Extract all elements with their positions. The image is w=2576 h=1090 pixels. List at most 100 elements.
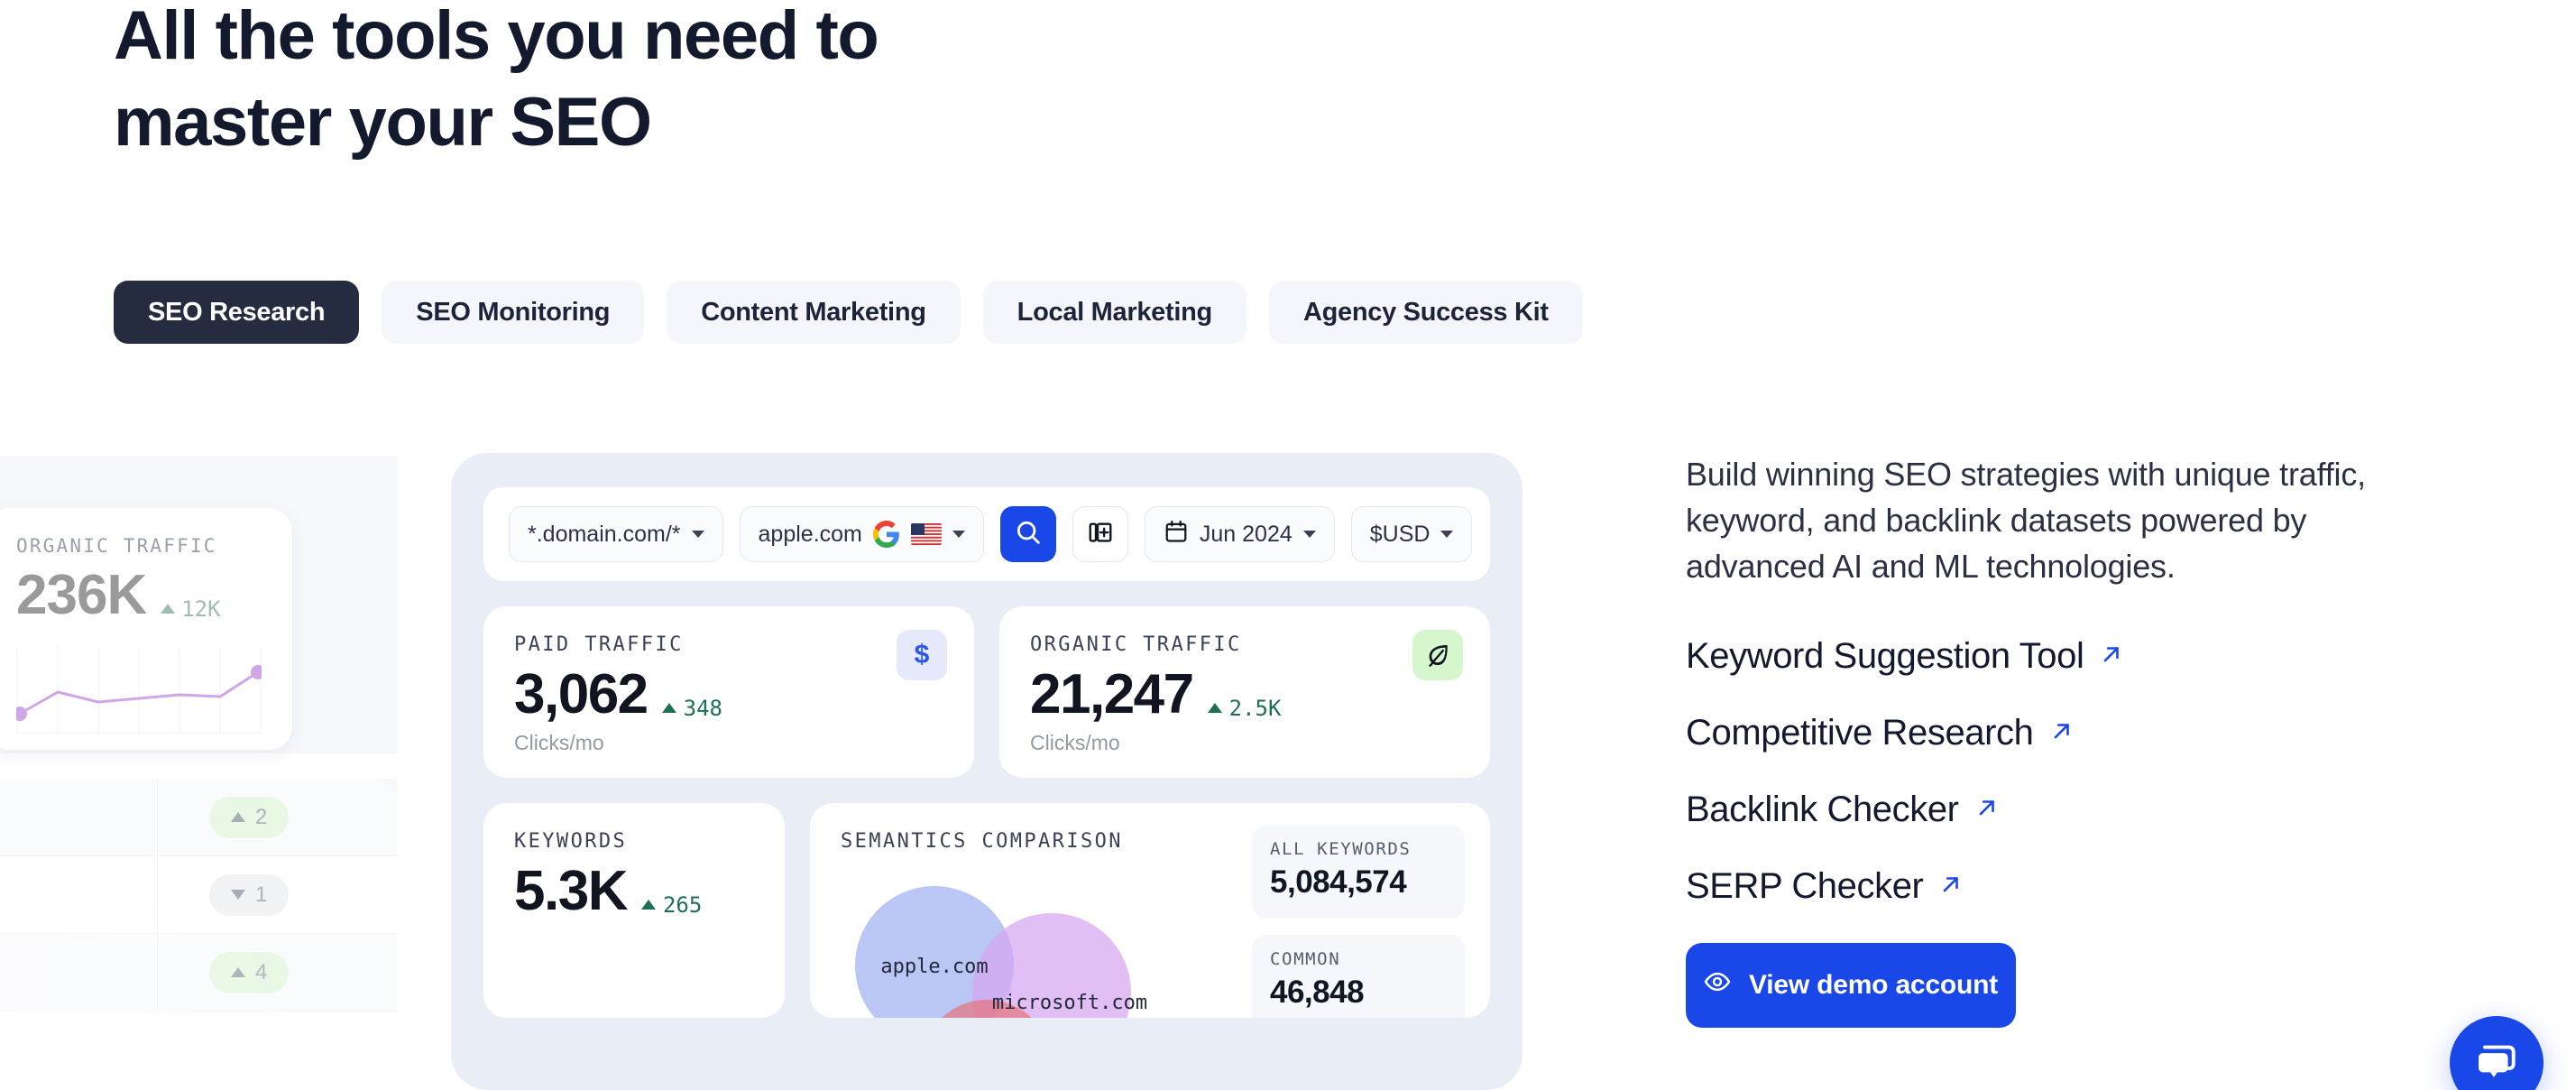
organic-traffic-preview-card: ORGANIC TRAFFIC 236K 12K xyxy=(0,508,292,750)
cell-divider xyxy=(157,934,158,1011)
headline-line-2: master your SEO xyxy=(114,84,652,161)
tab-agency-success-kit[interactable]: Agency Success Kit xyxy=(1268,281,1583,344)
status-badge-value: 1 xyxy=(255,882,268,907)
table-row: m 1 xyxy=(0,856,397,934)
cell-divider xyxy=(157,856,158,933)
search-button[interactable] xyxy=(999,506,1056,562)
link-label: Competitive Research xyxy=(1686,713,2034,753)
venn-label-apple: apple.com xyxy=(880,956,988,978)
paid-traffic-label: PAID TRAFFIC xyxy=(514,633,684,656)
keywords-value: 5.3K xyxy=(514,860,628,922)
google-icon xyxy=(872,521,900,548)
paid-traffic-card: PAID TRAFFIC $ 3,062 348 Clicks/mo xyxy=(483,606,974,778)
chevron-down-icon xyxy=(1302,531,1316,538)
paid-traffic-delta: 348 xyxy=(661,695,723,721)
dollar-icon: $ xyxy=(897,630,947,680)
view-demo-account-button[interactable]: View demo account xyxy=(1686,943,2016,1028)
triangle-up-icon xyxy=(231,812,245,822)
status-badge-value: 4 xyxy=(255,959,268,984)
status-badge-value: 2 xyxy=(255,804,268,829)
external-link-arrow-icon xyxy=(1939,873,1963,901)
semantics-stats-column: ALL KEYWORDS 5,084,574 COMMON 46,848 xyxy=(1252,825,1465,1018)
organic-traffic-sublabel: Clicks/mo xyxy=(1030,731,1120,755)
organic-traffic-sparkline xyxy=(13,647,265,738)
serp-preview-table: 2 m 1 om/ 4 xyxy=(0,779,397,1090)
link-label: SERP Checker xyxy=(1686,866,1924,906)
link-label: Keyword Suggestion Tool xyxy=(1686,636,2084,676)
organic-traffic-label: ORGANIC TRAFFIC xyxy=(1030,633,1242,656)
triangle-up-icon xyxy=(161,604,176,614)
tool-links-list: Keyword Suggestion Tool Competitive Rese… xyxy=(1686,636,2452,907)
external-link-arrow-icon xyxy=(2100,642,2123,670)
category-tabs: SEO Research SEO Monitoring Content Mark… xyxy=(114,281,1583,344)
domain-scope-value: *.domain.com/* xyxy=(528,521,681,547)
link-backlink-checker[interactable]: Backlink Checker xyxy=(1686,790,2452,830)
keywords-delta-value: 265 xyxy=(662,891,703,918)
domain-scope-select[interactable]: *.domain.com/* xyxy=(509,506,723,562)
venn-label-microsoft: microsoft.com xyxy=(992,992,1147,1014)
landing-page: All the tools you need to master your SE… xyxy=(0,0,2576,1090)
tab-seo-monitoring[interactable]: SEO Monitoring xyxy=(382,281,645,344)
chat-bubble-icon xyxy=(2473,1038,2520,1089)
search-icon xyxy=(1014,518,1043,551)
date-select[interactable]: Jun 2024 xyxy=(1144,506,1335,562)
tab-seo-research[interactable]: SEO Research xyxy=(114,281,360,344)
table-row: 2 xyxy=(0,779,397,856)
chevron-down-icon xyxy=(691,531,704,538)
common-keywords-label: COMMON xyxy=(1270,949,1341,969)
triangle-down-icon xyxy=(231,890,245,900)
table-row: om/ 4 xyxy=(0,934,397,1011)
status-badge: 2 xyxy=(209,796,290,838)
organic-traffic-value: 21,247 xyxy=(1030,663,1194,725)
keywords-delta: 265 xyxy=(640,891,703,918)
link-competitive-research[interactable]: Competitive Research xyxy=(1686,713,2452,753)
add-compare-icon xyxy=(1087,519,1114,550)
date-value: Jun 2024 xyxy=(1199,521,1293,547)
paid-traffic-delta-value: 348 xyxy=(683,695,723,721)
view-demo-account-label: View demo account xyxy=(1748,970,1999,1000)
organic-traffic-preview-delta: 12K xyxy=(161,596,221,622)
dashboard-search-bar: *.domain.com/* apple.com Jun 2024 $USD xyxy=(483,487,1490,581)
paid-traffic-value: 3,062 xyxy=(514,663,649,725)
dollar-glyph: $ xyxy=(914,640,930,670)
headline-line-1: All the tools you need to xyxy=(114,0,879,74)
metric-cards-row: PAID TRAFFIC $ 3,062 348 Clicks/mo ORGAN… xyxy=(483,606,1490,778)
link-keyword-suggestion-tool[interactable]: Keyword Suggestion Tool xyxy=(1686,636,2452,677)
organic-traffic-delta-value: 2.5K xyxy=(1228,695,1282,721)
tab-content-marketing[interactable]: Content Marketing xyxy=(667,281,961,344)
add-compare-button[interactable] xyxy=(1072,506,1128,562)
currency-value: $USD xyxy=(1369,521,1431,547)
currency-select[interactable]: $USD xyxy=(1350,506,1473,562)
all-keywords-label: ALL KEYWORDS xyxy=(1270,839,1412,859)
organic-traffic-card: ORGANIC TRAFFIC 21,247 2.5K Clicks/mo xyxy=(999,606,1490,778)
triangle-up-icon xyxy=(640,900,656,910)
paid-traffic-sublabel: Clicks/mo xyxy=(514,731,604,755)
dashboard-preview: *.domain.com/* apple.com Jun 2024 $USD P… xyxy=(451,453,1523,1090)
semantics-comparison-card: SEMANTICS COMPARISON apple.com microsoft… xyxy=(810,803,1490,1018)
venn-diagram: apple.com microsoft.com xyxy=(828,873,1216,1018)
organic-traffic-delta: 2.5K xyxy=(1207,695,1282,721)
triangle-up-icon xyxy=(231,967,245,977)
us-flag-icon xyxy=(910,523,942,545)
chevron-down-icon xyxy=(1440,531,1454,538)
chat-widget-button[interactable] xyxy=(2450,1016,2544,1090)
domain-value: apple.com xyxy=(758,521,862,547)
link-serp-checker[interactable]: SERP Checker xyxy=(1686,866,2452,907)
calendar-icon xyxy=(1164,519,1189,550)
triangle-up-icon xyxy=(661,703,676,713)
keywords-label: KEYWORDS xyxy=(514,830,628,853)
chevron-down-icon xyxy=(952,531,965,538)
domain-input[interactable]: apple.com xyxy=(739,506,984,562)
organic-traffic-preview-label: ORGANIC TRAFFIC xyxy=(16,535,217,557)
eye-icon xyxy=(1704,968,1731,1002)
common-keywords-stat: COMMON 46,848 xyxy=(1252,935,1465,1018)
tab-local-marketing[interactable]: Local Marketing xyxy=(982,281,1247,344)
common-keywords-value: 46,848 xyxy=(1270,975,1365,1010)
status-badge: 1 xyxy=(209,873,290,916)
organic-traffic-preview-value: 236K xyxy=(16,564,147,626)
description-text: Build winning SEO strategies with unique… xyxy=(1686,456,2366,585)
external-link-arrow-icon xyxy=(1975,796,1999,824)
keywords-card: KEYWORDS 5.3K 265 xyxy=(483,803,785,1018)
all-keywords-stat: ALL KEYWORDS 5,084,574 xyxy=(1252,825,1465,919)
organic-traffic-preview-delta-value: 12K xyxy=(181,596,221,622)
